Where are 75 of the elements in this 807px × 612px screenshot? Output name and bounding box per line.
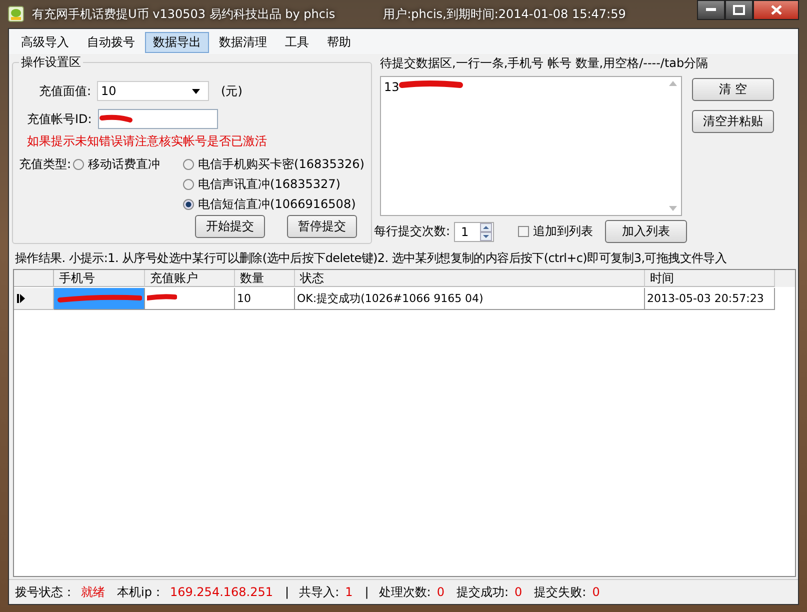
field-label: 充值帐号ID: <box>27 110 92 128</box>
maximize-button[interactable] <box>725 0 753 20</box>
table-cell: 2013-05-03 20:57:23 <box>645 288 775 310</box>
account-field[interactable] <box>98 109 218 129</box>
row-pointer-icon <box>17 294 26 303</box>
radio-label[interactable]: 移动话费直冲 <box>88 156 160 173</box>
status-label: 提交失败: <box>534 584 586 600</box>
table-cell: OK:提交成功(1026#1066 9165 04) <box>295 288 645 310</box>
dropdown-arrow-icon <box>192 88 200 94</box>
action-button[interactable]: 暂停提交 <box>287 215 357 238</box>
redaction-mark <box>399 80 464 90</box>
status-value: 0 <box>592 585 600 599</box>
unit-label: (元) <box>221 82 242 100</box>
status-label: 拨号状态： <box>15 584 75 600</box>
radio-button[interactable] <box>183 179 194 190</box>
user-info: 用户:phcis,到期时间:2014-01-08 15:47:59 <box>383 6 626 22</box>
checkbox-label[interactable]: 追加到列表 <box>533 223 594 240</box>
field-label: 充值面值: <box>39 82 92 100</box>
radio-label[interactable]: 电信手机购买卡密(16835326) <box>198 156 364 173</box>
field-label: 充值类型: <box>19 156 72 173</box>
table-cell: 10 <box>235 288 295 310</box>
menu-item[interactable]: 数据清理 <box>211 32 275 53</box>
status-value: 0 <box>514 585 522 599</box>
column-header[interactable]: 数量 <box>235 270 295 287</box>
status-label: 本机ip： <box>117 584 164 600</box>
app-icon <box>8 6 24 22</box>
menu-item[interactable]: 自动拨号 <box>79 32 143 53</box>
scroll-down-icon[interactable] <box>669 206 677 211</box>
close-icon <box>770 5 782 15</box>
radio-label[interactable]: 电信短信直冲(1066916508) <box>198 196 356 213</box>
data-textarea[interactable]: 13 <box>380 76 682 216</box>
status-value: 169.254.168.251 <box>170 585 274 599</box>
radio-label[interactable]: 电信声讯直冲(16835327) <box>198 176 340 193</box>
window-title: 有充网手机话费提U币 v130503 易约科技出品 by phcis <box>32 6 336 22</box>
status-value: 1 <box>345 585 353 599</box>
status-label: 共导入: <box>299 584 340 600</box>
column-header[interactable]: 时间 <box>645 270 775 287</box>
radio-button[interactable] <box>183 159 194 170</box>
action-button[interactable]: 开始提交 <box>195 215 265 238</box>
header-corner[interactable] <box>14 270 54 287</box>
hint-text: 操作结果. 小提示:1. 从序号处选中某行可以删除(选中后按下delete键)2. 选中某列想复制的内容后按下(ctrl+c)即可复制3,可拖拽文件导入 <box>15 250 728 267</box>
close-button[interactable] <box>753 0 799 20</box>
column-header[interactable]: 手机号 <box>54 270 145 287</box>
amount-dropdown[interactable]: 10 <box>97 81 210 101</box>
menu-item[interactable]: 数据导出 <box>145 32 209 53</box>
column-header[interactable]: 状态 <box>295 270 645 287</box>
radio-button[interactable] <box>73 159 84 170</box>
menu-item[interactable]: 工具 <box>277 32 317 53</box>
status-label: 提交成功: <box>456 584 509 600</box>
column-header[interactable]: 充值账户 <box>145 270 235 287</box>
count-spinner[interactable]: 1 <box>454 222 494 242</box>
minimize-icon <box>706 8 716 12</box>
status-value: 0 <box>436 585 444 599</box>
scroll-up-icon[interactable] <box>669 81 677 86</box>
redaction-mark <box>147 294 177 304</box>
spinner-arrows-icon <box>480 222 492 240</box>
radio-button[interactable] <box>183 199 194 210</box>
status-separator: | <box>364 585 369 599</box>
maximize-icon <box>733 5 745 15</box>
minimize-button[interactable] <box>697 0 725 20</box>
status-separator: | <box>285 585 290 599</box>
add-to-list-button[interactable]: 加入列表 <box>605 220 688 243</box>
field-label: 每行提交次数: <box>374 223 450 240</box>
group-title: 操作设置区 <box>20 54 82 71</box>
menu-item[interactable]: 高级导入 <box>13 32 77 53</box>
side-button[interactable]: 清 空 <box>692 78 774 101</box>
status-label: 处理次数: <box>378 584 431 600</box>
redaction-mark <box>98 114 133 124</box>
append-checkbox[interactable] <box>518 226 530 237</box>
status-value: 就绪 <box>81 584 105 600</box>
group-title: 待提交数据区,一行一条,手机号 帐号 数量,用空格/----/tab分隔 <box>380 55 710 72</box>
textarea-text: 13 <box>384 80 400 94</box>
warning-text: 如果提示未知错误请注意核实帐号是否已激活 <box>27 133 268 150</box>
menu-item[interactable]: 帮助 <box>319 32 359 53</box>
side-button[interactable]: 清空并粘贴 <box>692 110 774 133</box>
